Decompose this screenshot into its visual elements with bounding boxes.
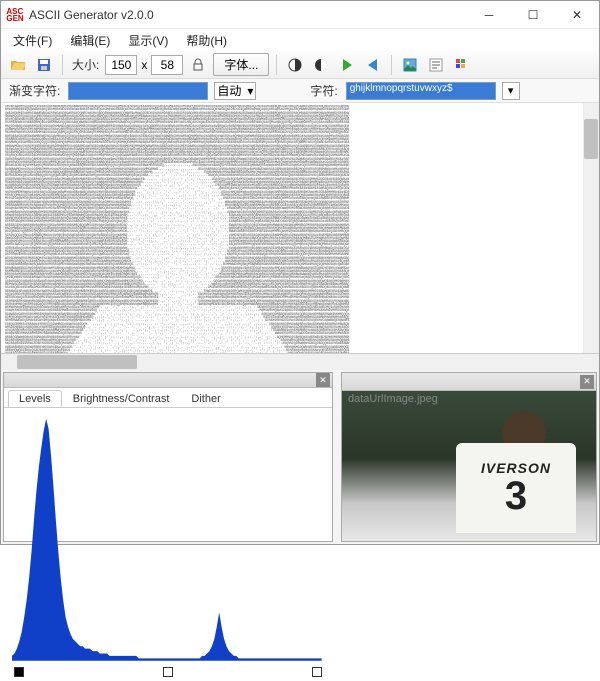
gradient-chars-field[interactable] [68, 82, 208, 100]
black-point-slider[interactable] [14, 667, 24, 677]
chars-dropdown[interactable]: ▾ [502, 82, 520, 100]
panel-close-icon[interactable]: ✕ [316, 373, 330, 387]
tab-brightness[interactable]: Brightness/Contrast [62, 390, 181, 407]
save-icon[interactable] [33, 54, 55, 76]
menu-view[interactable]: 显示(V) [120, 30, 176, 51]
levels-panel: ✕ Levels Brightness/Contrast Dither [3, 372, 333, 542]
height-input[interactable] [151, 55, 183, 75]
gradient-label: 渐变字符: [9, 82, 60, 99]
histogram-chart [12, 414, 324, 661]
white-point-slider[interactable] [312, 667, 322, 677]
lock-ratio-icon[interactable] [187, 54, 209, 76]
vertical-scrollbar[interactable] [583, 103, 599, 353]
horizontal-scrollbar[interactable] [1, 354, 599, 370]
open-icon[interactable] [7, 54, 29, 76]
separator [391, 55, 392, 75]
close-button[interactable]: ✕ [555, 1, 599, 29]
separator [276, 55, 277, 75]
text-icon[interactable] [425, 54, 447, 76]
color-icon[interactable] [451, 54, 473, 76]
menu-file[interactable]: 文件(F) [5, 30, 60, 51]
width-input[interactable] [105, 55, 137, 75]
app-logo: ASC GEN [7, 7, 23, 23]
size-label: 大小: [72, 56, 99, 73]
mid-point-slider[interactable] [163, 667, 173, 677]
tab-dither[interactable]: Dither [180, 390, 231, 407]
ascii-output: #MDNR$@#MR8Q$@$#QR$8B#88#NWN8@@R8%$#WBW%… [5, 105, 595, 354]
menu-edit[interactable]: 编辑(E) [62, 30, 118, 51]
chars-field[interactable]: ghijklmnopqrstuvwxyz$ [346, 82, 496, 100]
x-label: x [141, 58, 147, 72]
separator [62, 55, 63, 75]
window-title: ASCII Generator v2.0.0 [29, 8, 467, 22]
image-icon[interactable] [399, 54, 421, 76]
preview-image: IVERSON 3 [342, 391, 596, 541]
menu-help[interactable]: 帮助(H) [178, 30, 235, 51]
invert-icon[interactable] [310, 54, 332, 76]
panel-close-icon[interactable]: ✕ [580, 375, 594, 389]
play-blue-icon[interactable] [362, 54, 384, 76]
tab-levels[interactable]: Levels [8, 390, 62, 407]
maximize-button[interactable]: ☐ [511, 1, 555, 29]
chars-label: 字符: [310, 82, 337, 99]
font-button[interactable]: 字体... [213, 53, 269, 76]
minimize-button[interactable]: ─ [467, 1, 511, 29]
image-preview-panel: ✕ dataUrlImage.jpeg IVERSON 3 [341, 372, 597, 542]
auto-dropdown[interactable]: 自动▾ [214, 82, 256, 100]
jersey-number: 3 [505, 476, 527, 516]
play-green-icon[interactable] [336, 54, 358, 76]
contrast-icon[interactable] [284, 54, 306, 76]
image-filename: dataUrlImage.jpeg [348, 393, 438, 405]
